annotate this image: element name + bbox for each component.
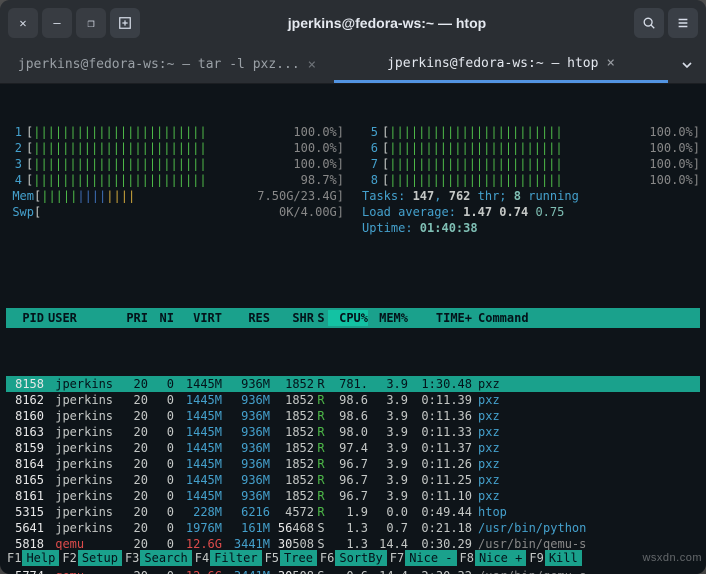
new-tab-icon: [118, 16, 132, 30]
fkey-setup[interactable]: F2Setup: [61, 550, 124, 566]
tab-tar[interactable]: jperkins@fedora-ws:~ — tar -l pxz... ×: [0, 46, 334, 83]
uptime-stat: Uptime: 01:40:38: [362, 220, 700, 236]
col-s: S: [314, 310, 328, 326]
cpu-meter: 3 [||||||||||||||||||||||||100.0%]: [6, 156, 344, 172]
process-list: 8158 jperkins2001445M936M1852R781.3.91:3…: [6, 376, 700, 574]
cpu-meter: 5 [||||||||||||||||||||||||100.0%]: [362, 124, 700, 140]
tab-label: jperkins@fedora-ws:~ — tar -l pxz...: [18, 58, 300, 71]
fkey-tree[interactable]: F5Tree: [264, 550, 319, 566]
tab-close-icon[interactable]: ×: [606, 56, 614, 70]
col-cmd: Command: [472, 310, 700, 326]
fkey-search[interactable]: F3Search: [124, 550, 194, 566]
minimize-window-button[interactable]: –: [42, 8, 72, 38]
tab-htop[interactable]: jperkins@fedora-ws:~ — htop ×: [334, 46, 668, 83]
process-row[interactable]: 8163 jperkins2001445M936M1852R98.03.90:1…: [6, 424, 700, 440]
process-row[interactable]: 5774 qemu20012.6G3441M30508S0.614.42:30.…: [6, 568, 700, 574]
col-time: TIME+: [408, 310, 472, 326]
function-key-bar: F1HelpF2SetupF3SearchF4FilterF5TreeF6Sor…: [6, 550, 700, 566]
col-pri: PRI: [118, 310, 148, 326]
menu-button[interactable]: [668, 8, 698, 38]
cpu-meter: 4 [||||||||||||||||||||||||98.7%]: [6, 172, 344, 188]
cpu-meter: 6 [||||||||||||||||||||||||100.0%]: [362, 140, 700, 156]
col-res: RES: [222, 310, 270, 326]
process-header[interactable]: PID USER PRI NI VIRT RES SHR S CPU% MEM%…: [6, 308, 700, 328]
terminal-window: ✕ – ❐ jperkins@fedora-ws:~ — htop jperki…: [0, 0, 706, 574]
tasks-stat: Tasks: 147, 762 thr; 8 running: [362, 188, 700, 204]
process-row[interactable]: 8162 jperkins2001445M936M1852R98.63.90:1…: [6, 392, 700, 408]
swap-meter: Swp[0K/4.00G]: [6, 204, 344, 220]
tab-label: jperkins@fedora-ws:~ — htop: [387, 57, 598, 70]
cpu-meter: 1 [||||||||||||||||||||||||100.0%]: [6, 124, 344, 140]
fkey-help[interactable]: F1Help: [6, 550, 61, 566]
process-row[interactable]: 8159 jperkins2001445M936M1852R97.43.90:1…: [6, 440, 700, 456]
meters: 1 [||||||||||||||||||||||||100.0%]2 [|||…: [6, 124, 700, 236]
process-row[interactable]: 5641 jperkins2001976M161M56468S1.30.70:2…: [6, 520, 700, 536]
fkey-nice+[interactable]: F8Nice +: [459, 550, 529, 566]
search-button[interactable]: [634, 8, 664, 38]
tab-bar: jperkins@fedora-ws:~ — tar -l pxz... × j…: [0, 46, 706, 84]
fkey-filter[interactable]: F4Filter: [194, 550, 264, 566]
col-pid: PID: [6, 310, 48, 326]
maximize-window-button[interactable]: ❐: [76, 8, 106, 38]
fkey-kill[interactable]: F9Kill: [528, 550, 583, 566]
close-window-button[interactable]: ✕: [8, 8, 38, 38]
col-cpu: CPU%: [328, 310, 368, 326]
chevron-down-icon: [681, 59, 693, 71]
loadavg-stat: Load average: 1.47 0.74 0.75: [362, 204, 700, 220]
terminal-content[interactable]: 1 [||||||||||||||||||||||||100.0%]2 [|||…: [0, 84, 706, 574]
window-title: jperkins@fedora-ws:~ — htop: [144, 16, 630, 30]
new-tab-button[interactable]: [110, 8, 140, 38]
process-row[interactable]: 8161 jperkins2001445M936M1852R96.73.90:1…: [6, 488, 700, 504]
process-row[interactable]: 8164 jperkins2001445M936M1852R96.73.90:1…: [6, 456, 700, 472]
mem-meter: Mem[|||||||||||||7.50G/23.4G]: [6, 188, 344, 204]
cpu-meter: 8 [||||||||||||||||||||||||100.0%]: [362, 172, 700, 188]
col-virt: VIRT: [174, 310, 222, 326]
tab-close-icon[interactable]: ×: [308, 58, 316, 72]
process-row[interactable]: 5315 jperkins200228M62164572R1.90.00:49.…: [6, 504, 700, 520]
fkey-sortby[interactable]: F6SortBy: [319, 550, 389, 566]
col-shr: SHR: [270, 310, 314, 326]
process-row[interactable]: 8165 jperkins2001445M936M1852R96.73.90:1…: [6, 472, 700, 488]
col-mem: MEM%: [368, 310, 408, 326]
col-user: USER: [48, 310, 118, 326]
search-icon: [642, 16, 656, 30]
col-ni: NI: [148, 310, 174, 326]
cpu-meter: 2 [||||||||||||||||||||||||100.0%]: [6, 140, 344, 156]
process-row[interactable]: 8160 jperkins2001445M936M1852R98.63.90:1…: [6, 408, 700, 424]
titlebar: ✕ – ❐ jperkins@fedora-ws:~ — htop: [0, 0, 706, 46]
hamburger-icon: [676, 16, 690, 30]
cpu-meter: 7 [||||||||||||||||||||||||100.0%]: [362, 156, 700, 172]
tab-dropdown-button[interactable]: [668, 46, 706, 83]
watermark: wsxdn.com: [642, 552, 702, 564]
fkey-nice-[interactable]: F7Nice -: [389, 550, 459, 566]
process-row[interactable]: 8158 jperkins2001445M936M1852R781.3.91:3…: [6, 376, 700, 392]
